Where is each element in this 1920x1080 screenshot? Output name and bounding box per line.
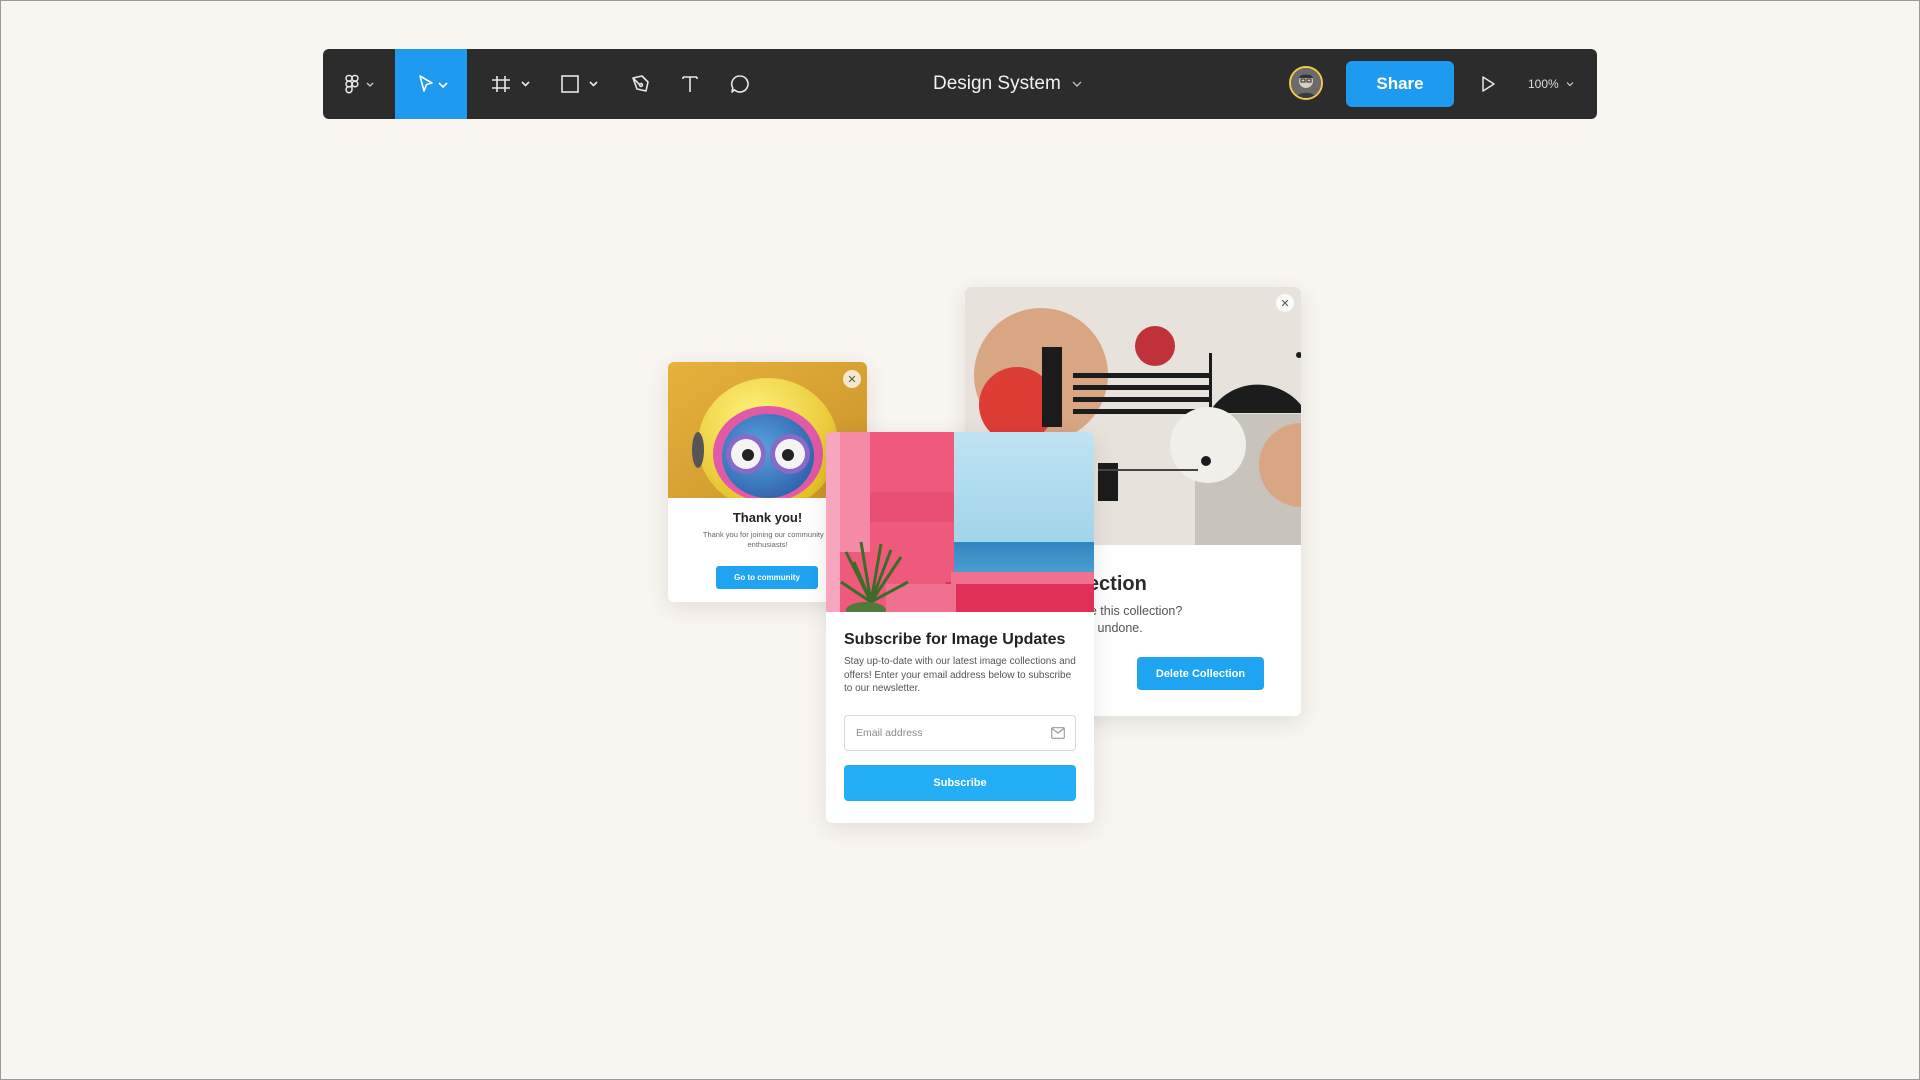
frame-tool-button[interactable] [483,49,539,119]
zoom-level: 100% [1528,77,1559,91]
avatar[interactable] [1289,66,1323,100]
file-title-menu[interactable]: Design System [933,49,1083,119]
rectangle-icon [561,75,598,93]
close-icon[interactable]: ✕ [843,370,861,388]
pen-icon [632,75,649,92]
play-icon [1482,76,1495,92]
mail-icon [1051,727,1065,739]
zoom-menu[interactable]: 100% [1528,49,1575,119]
delete-collection-button[interactable]: Delete Collection [1137,657,1264,690]
toolbar: Design System Share 100% [323,49,1597,119]
figma-logo-icon [345,74,374,94]
present-button[interactable] [1471,49,1505,119]
share-button[interactable]: Share [1346,61,1454,107]
text-icon [682,76,698,92]
email-input[interactable] [845,716,1046,750]
cursor-icon [419,75,448,92]
frame-icon [492,76,530,92]
subscribe-card: Subscribe for Image Updates Stay up-to-d… [826,432,1094,823]
main-menu-button[interactable] [323,49,395,119]
user-photo-icon [1291,68,1321,98]
comment-icon [730,75,749,93]
file-title: Design System [933,73,1061,94]
pen-tool-button[interactable] [619,49,661,119]
chevron-down-icon [1566,82,1574,87]
pink-building-image [826,432,1094,618]
comment-tool-button[interactable] [719,49,761,119]
close-icon[interactable]: ✕ [1276,294,1294,312]
go-to-community-button[interactable]: Go to community [716,566,818,589]
text-tool-button[interactable] [669,49,711,119]
shape-tool-button[interactable] [553,49,609,119]
subscribe-title: Subscribe for Image Updates [844,631,1066,648]
email-field[interactable] [844,715,1076,751]
subscribe-button[interactable]: Subscribe [844,765,1076,801]
chevron-down-icon [1072,81,1082,87]
subscribe-text: Stay up-to-date with our latest image co… [844,656,1076,694]
thank-text: Thank you for joining our community of e… [702,530,833,549]
move-tool-button[interactable] [395,49,467,119]
